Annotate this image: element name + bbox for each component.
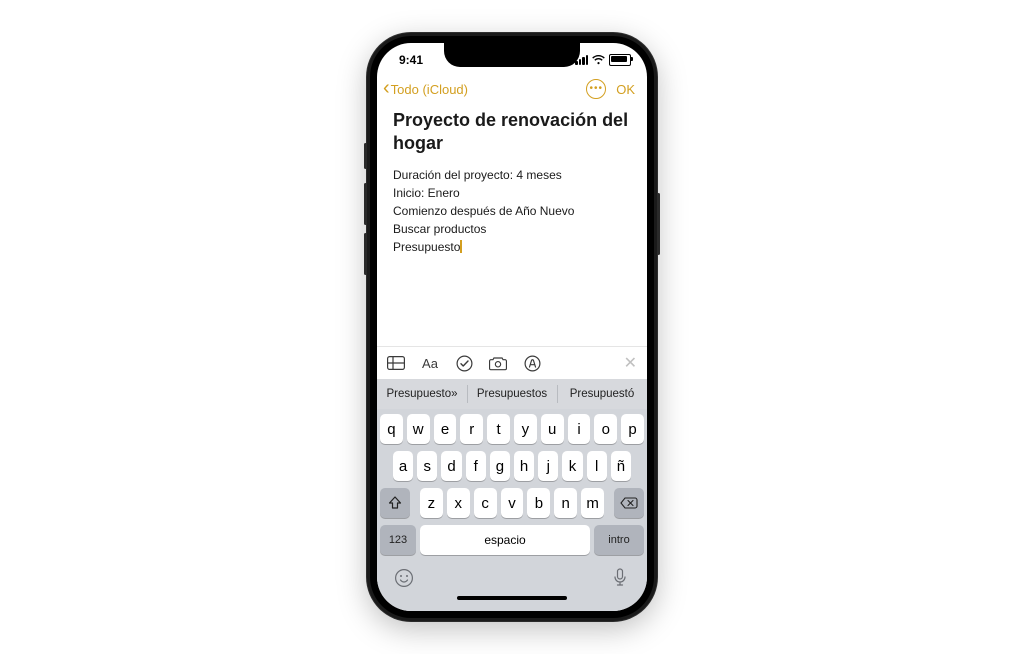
key-t[interactable]: t: [487, 414, 510, 444]
note-line: Presupuesto: [393, 238, 631, 256]
note-line: Comienzo después de Año Nuevo: [393, 202, 631, 220]
table-button[interactable]: [387, 354, 405, 372]
ellipsis-icon: •••: [589, 84, 603, 94]
note-line: Buscar productos: [393, 220, 631, 238]
key-m[interactable]: m: [581, 488, 604, 518]
battery-icon: [609, 54, 631, 66]
key-k[interactable]: k: [562, 451, 582, 481]
keyboard: qwertyuiop asdfghjklñ zxcvbnm 123 espac: [377, 409, 647, 611]
status-time: 9:41: [399, 53, 423, 67]
notch: [444, 43, 580, 67]
key-l[interactable]: l: [587, 451, 607, 481]
key-x[interactable]: x: [447, 488, 470, 518]
note-line: Inicio: Enero: [393, 184, 631, 202]
more-button[interactable]: •••: [586, 79, 606, 99]
suggestion[interactable]: Presupuesto»: [377, 379, 467, 409]
notes-toolbar: Aa ✕: [377, 346, 647, 379]
backspace-key[interactable]: [614, 488, 644, 518]
checklist-button[interactable]: [455, 354, 473, 372]
done-button[interactable]: OK: [616, 82, 635, 97]
key-r[interactable]: r: [460, 414, 483, 444]
key-ñ[interactable]: ñ: [611, 451, 631, 481]
emoji-icon: [394, 568, 414, 588]
key-e[interactable]: e: [434, 414, 457, 444]
note-line: Duración del proyecto: 4 meses: [393, 166, 631, 184]
volume-up-button: [364, 183, 367, 225]
key-b[interactable]: b: [527, 488, 550, 518]
suggestion[interactable]: Presupuestos: [467, 379, 557, 409]
key-g[interactable]: g: [490, 451, 510, 481]
key-v[interactable]: v: [501, 488, 524, 518]
close-toolbar-button[interactable]: ✕: [624, 353, 637, 373]
camera-button[interactable]: [489, 354, 507, 372]
backspace-icon: [620, 497, 638, 509]
key-q[interactable]: q: [380, 414, 403, 444]
close-icon: ✕: [624, 355, 637, 372]
wifi-icon: [592, 55, 605, 65]
key-y[interactable]: y: [514, 414, 537, 444]
key-o[interactable]: o: [594, 414, 617, 444]
nav-bar: ‹ Todo (iCloud) ••• OK: [377, 77, 647, 105]
key-f[interactable]: f: [466, 451, 486, 481]
numbers-key[interactable]: 123: [380, 525, 416, 555]
home-indicator[interactable]: [457, 596, 567, 600]
power-button: [657, 193, 660, 255]
key-n[interactable]: n: [554, 488, 577, 518]
markup-button[interactable]: [523, 354, 541, 372]
text-cursor: [460, 240, 462, 253]
back-label: Todo (iCloud): [391, 82, 468, 97]
emoji-button[interactable]: [394, 568, 414, 588]
key-j[interactable]: j: [538, 451, 558, 481]
return-key[interactable]: intro: [594, 525, 644, 555]
key-p[interactable]: p: [621, 414, 644, 444]
key-u[interactable]: u: [541, 414, 564, 444]
iphone-frame: 9:41 ‹ Todo (iCloud) •••: [367, 33, 657, 621]
screen: 9:41 ‹ Todo (iCloud) •••: [377, 43, 647, 611]
key-c[interactable]: c: [474, 488, 497, 518]
mute-switch: [364, 143, 367, 169]
mic-icon: [613, 568, 627, 588]
key-d[interactable]: d: [441, 451, 461, 481]
note-title: Proyecto de renovación del hogar: [393, 109, 631, 154]
chevron-left-icon: ‹: [383, 78, 390, 98]
key-i[interactable]: i: [568, 414, 591, 444]
key-a[interactable]: a: [393, 451, 413, 481]
keyboard-region: Aa ✕: [377, 346, 647, 611]
volume-down-button: [364, 233, 367, 275]
suggestion-bar: Presupuesto» Presupuestos Presupuestó: [377, 379, 647, 409]
format-button[interactable]: Aa: [421, 354, 439, 372]
shift-icon: [388, 496, 402, 510]
note-editor[interactable]: Proyecto de renovación del hogar Duració…: [377, 105, 647, 256]
key-s[interactable]: s: [417, 451, 437, 481]
key-z[interactable]: z: [420, 488, 443, 518]
key-h[interactable]: h: [514, 451, 534, 481]
key-w[interactable]: w: [407, 414, 430, 444]
shift-key[interactable]: [380, 488, 410, 518]
spacebar-key[interactable]: espacio: [420, 525, 590, 555]
dictation-button[interactable]: [610, 568, 630, 588]
back-button[interactable]: ‹ Todo (iCloud): [383, 80, 468, 98]
suggestion[interactable]: Presupuestó: [557, 379, 647, 409]
